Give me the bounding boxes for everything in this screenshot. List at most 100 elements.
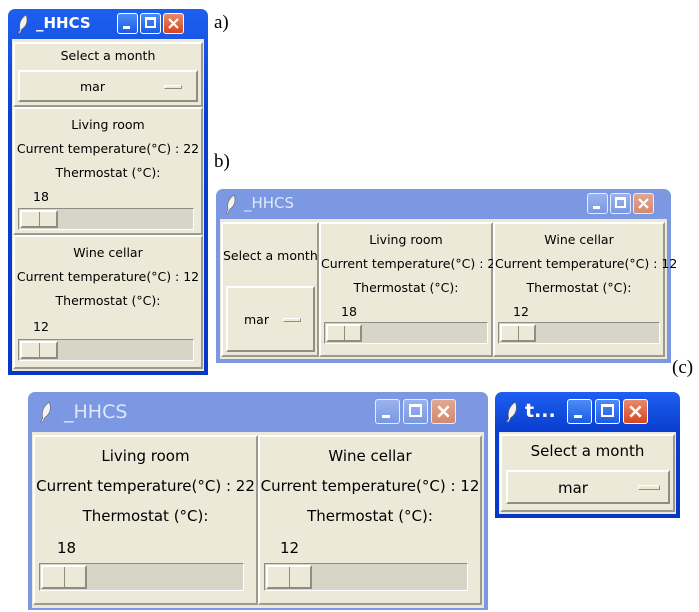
maximize-button[interactable] — [595, 399, 620, 424]
select-month-label: Select a month — [223, 248, 318, 263]
window-title: _HHCS — [64, 401, 128, 423]
slider-thumb[interactable] — [20, 210, 58, 228]
thermostat-label: Thermostat (°C): — [307, 507, 433, 525]
thermostat-value: 18 — [57, 539, 77, 557]
thermostat-slider[interactable] — [324, 322, 488, 344]
maximize-icon — [615, 197, 626, 208]
thermostat-value: 18 — [33, 189, 49, 204]
living-room-panel: Living room Current temperature(°C) : 22… — [13, 107, 203, 235]
slider-thumb[interactable] — [266, 565, 312, 589]
month-menu-button[interactable]: mar — [18, 70, 198, 102]
menu-indicator-icon — [283, 318, 301, 322]
maximize-icon — [409, 404, 422, 417]
current-temperature: Current temperature(°C) : 22 — [36, 477, 255, 495]
close-icon — [168, 18, 179, 29]
minimize-icon — [574, 415, 582, 418]
maximize-icon — [145, 17, 156, 28]
month-value: mar — [558, 479, 588, 497]
maximize-icon — [601, 404, 614, 417]
month-menu-button[interactable]: mar — [226, 286, 315, 352]
slider-thumb[interactable] — [41, 565, 87, 589]
current-temperature: Current temperature(°C) : 12 — [260, 477, 480, 495]
select-month-label: Select a month — [60, 48, 156, 63]
title-bar[interactable]: _HHCS — [8, 9, 208, 39]
month-panel: Select a month mar — [500, 434, 675, 512]
slider-thumb[interactable] — [500, 324, 536, 342]
current-temperature: Current temperature(°C) : 12 — [495, 256, 678, 271]
thermostat-slider[interactable] — [264, 563, 468, 591]
thermostat-slider[interactable] — [18, 339, 194, 361]
title-bar[interactable]: _HHCS — [28, 392, 488, 432]
current-temperature: Current temperature(°C) : 12 — [16, 269, 200, 284]
window-title: _HHCS — [244, 194, 295, 212]
thermostat-label: Thermostat (°C): — [55, 165, 161, 180]
minimize-button[interactable] — [567, 399, 592, 424]
room-name: Wine cellar — [544, 232, 614, 247]
room-name: Living room — [369, 232, 443, 247]
close-icon — [437, 405, 450, 418]
slider-thumb[interactable] — [326, 324, 362, 342]
maximize-button[interactable] — [140, 13, 161, 34]
close-button[interactable] — [633, 193, 654, 214]
feather-icon — [505, 401, 517, 423]
minimize-icon — [123, 26, 130, 29]
thermostat-label: Thermostat (°C): — [55, 293, 161, 308]
close-button[interactable] — [431, 399, 456, 424]
menu-indicator-icon — [638, 485, 660, 490]
room-name: Living room — [101, 447, 190, 465]
current-temperature: Current temperature(°C) : 22 — [321, 256, 504, 271]
slider-thumb[interactable] — [20, 341, 58, 359]
window-c-main: _HHCS Living room Current temperature(°C… — [28, 392, 488, 610]
month-menu-button[interactable]: mar — [506, 470, 670, 504]
thermostat-label: Thermostat (°C): — [353, 280, 459, 295]
room-name: Wine cellar — [73, 245, 143, 260]
window-b: _HHCS Select a month mar Living room Cur… — [216, 189, 678, 363]
thermostat-value: 18 — [341, 304, 357, 319]
thermostat-value: 12 — [280, 539, 300, 557]
minimize-button[interactable] — [587, 193, 608, 214]
title-bar[interactable]: _HHCS — [216, 189, 671, 219]
close-icon — [629, 405, 642, 418]
month-panel: Select a month mar — [13, 42, 203, 107]
wine-cellar-panel: Wine cellar Current temperature(°C) : 12… — [258, 435, 482, 605]
window-title: t... — [525, 400, 556, 422]
feather-icon — [17, 14, 28, 34]
month-value: mar — [80, 79, 105, 94]
figure-label-a: a) — [214, 12, 229, 33]
close-icon — [638, 198, 649, 209]
feather-icon — [225, 194, 236, 214]
minimize-button[interactable] — [117, 13, 138, 34]
current-temperature: Current temperature(°C) : 22 — [16, 141, 200, 156]
living-room-panel: Living room Current temperature(°C) : 22… — [33, 435, 258, 605]
window-title: _HHCS — [36, 14, 91, 32]
thermostat-slider[interactable] — [39, 563, 244, 591]
thermostat-label: Thermostat (°C): — [82, 507, 209, 525]
figure-label-b: b) — [214, 151, 230, 172]
window-a: _HHCS Select a month mar Living room Cur… — [8, 9, 208, 375]
minimize-icon — [382, 415, 390, 418]
thermostat-value: 12 — [33, 319, 49, 334]
select-month-label: Select a month — [530, 442, 645, 460]
feather-icon — [39, 401, 51, 423]
room-name: Wine cellar — [328, 447, 412, 465]
wine-cellar-panel: Wine cellar Current temperature(°C) : 12… — [493, 222, 678, 357]
minimize-icon — [593, 206, 600, 209]
thermostat-slider[interactable] — [18, 208, 194, 230]
close-button[interactable] — [623, 399, 648, 424]
window-c-small: t... Select a month mar — [495, 392, 680, 518]
thermostat-value: 12 — [513, 304, 529, 319]
minimize-button[interactable] — [375, 399, 400, 424]
month-value: mar — [244, 312, 269, 327]
menu-indicator-icon — [164, 85, 182, 89]
close-button[interactable] — [163, 13, 184, 34]
room-name: Living room — [71, 117, 145, 132]
maximize-button[interactable] — [403, 399, 428, 424]
thermostat-slider[interactable] — [498, 322, 660, 344]
thermostat-label: Thermostat (°C): — [526, 280, 632, 295]
living-room-panel: Living room Current temperature(°C) : 22… — [319, 222, 504, 357]
month-panel: Select a month mar — [221, 222, 319, 357]
title-bar[interactable]: t... — [495, 392, 680, 432]
wine-cellar-panel: Wine cellar Current temperature(°C) : 12… — [13, 235, 203, 369]
maximize-button[interactable] — [610, 193, 631, 214]
figure-label-c: (c) — [672, 357, 694, 378]
